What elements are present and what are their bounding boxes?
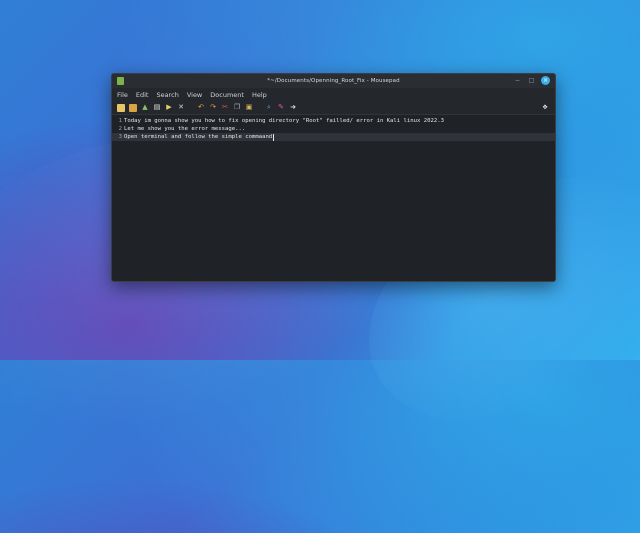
line-text[interactable]: Today im gonna show you how to fix openi… (124, 118, 444, 124)
line-number: 1 (118, 118, 122, 124)
mousepad-window: *~/Documents/Openning_Root_Fix - Mousepa… (111, 73, 556, 282)
editor-line-current[interactable]: 3 Open terminal and follow the simple co… (112, 133, 555, 141)
save-as-icon[interactable]: ▤ (153, 104, 161, 112)
new-document-icon[interactable] (117, 103, 125, 112)
reload-icon[interactable]: ▶ (165, 104, 173, 112)
copy-icon[interactable]: ❐ (233, 104, 241, 112)
menu-search[interactable]: Search (156, 91, 178, 99)
go-to-line-icon[interactable]: ➜ (289, 104, 297, 112)
line-text[interactable]: Open terminal and follow the simple comm… (124, 134, 272, 140)
menu-help[interactable]: Help (252, 91, 267, 99)
line-number: 3 (118, 134, 122, 140)
close-icon: × (542, 76, 549, 84)
paste-icon[interactable]: ▣ (245, 104, 253, 112)
menu-document[interactable]: Document (210, 91, 244, 99)
menubar: File Edit Search View Document Help (112, 88, 555, 101)
toolbar: ▲ ▤ ▶ ✕ ↶ ↷ ✂ ❐ ▣ ⌕ ✎ ➜ ✥ (112, 101, 555, 115)
line-text[interactable]: Let me show you the error message... (124, 126, 245, 132)
menu-edit[interactable]: Edit (136, 91, 149, 99)
mousepad-app-icon[interactable] (117, 77, 124, 85)
minimize-icon: − (514, 76, 521, 84)
menu-view[interactable]: View (187, 91, 202, 99)
fullscreen-icon[interactable]: ✥ (541, 104, 549, 112)
window-controls: − □ × (513, 76, 550, 85)
cut-icon[interactable]: ✂ (221, 104, 229, 112)
redo-icon[interactable]: ↷ (209, 104, 217, 112)
close-button[interactable]: × (541, 76, 550, 85)
editor-line[interactable]: 1 Today im gonna show you how to fix ope… (112, 117, 555, 125)
window-title: *~/Documents/Openning_Root_Fix - Mousepa… (267, 78, 400, 84)
find-icon[interactable]: ⌕ (265, 104, 273, 112)
line-number: 2 (118, 126, 122, 132)
menu-file[interactable]: File (117, 91, 128, 99)
text-cursor (273, 133, 275, 141)
text-editor-area[interactable]: 1 Today im gonna show you how to fix ope… (112, 115, 555, 281)
minimize-button[interactable]: − (513, 76, 522, 85)
find-replace-icon[interactable]: ✎ (277, 104, 285, 112)
undo-icon[interactable]: ↶ (197, 104, 205, 112)
maximize-button[interactable]: □ (527, 76, 536, 85)
close-document-icon[interactable]: ✕ (177, 104, 185, 112)
save-icon[interactable]: ▲ (141, 104, 149, 112)
open-folder-icon[interactable] (129, 103, 137, 112)
window-titlebar[interactable]: *~/Documents/Openning_Root_Fix - Mousepa… (112, 74, 555, 88)
editor-line[interactable]: 2 Let me show you the error message... (112, 125, 555, 133)
maximize-icon: □ (528, 76, 535, 84)
